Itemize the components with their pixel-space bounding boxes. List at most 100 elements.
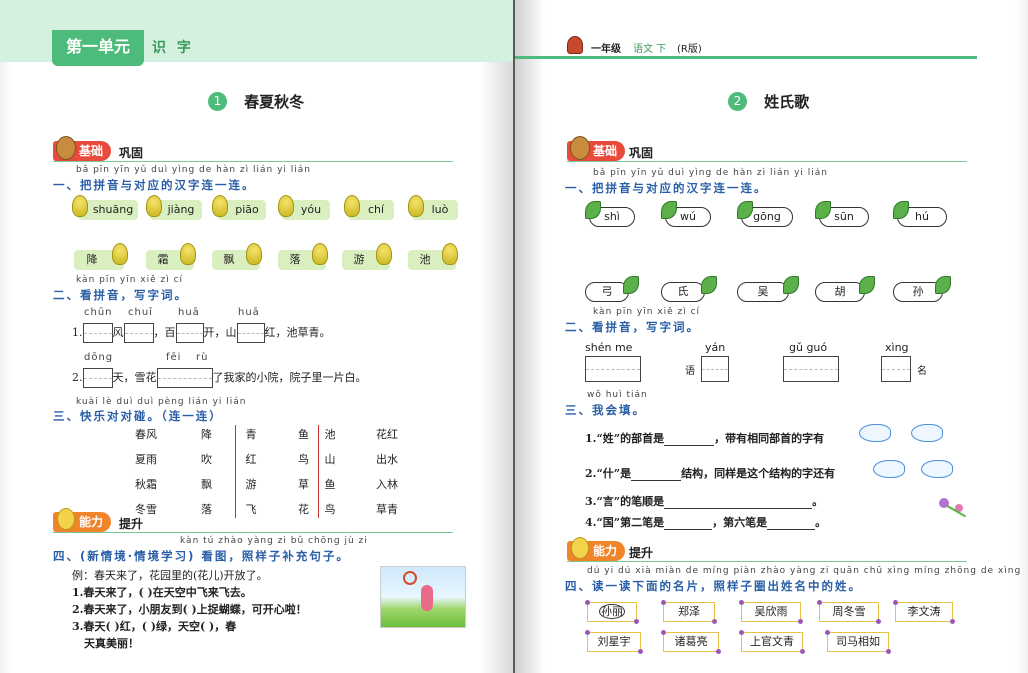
char-oval[interactable]: 胡 — [815, 282, 865, 302]
writing-grid[interactable] — [123, 323, 154, 343]
writing-grid[interactable] — [701, 356, 729, 382]
name-card[interactable]: 司马相如 — [825, 630, 891, 654]
header-grade: 一年级 — [591, 44, 621, 55]
unit-title: 第一单元 — [52, 30, 144, 66]
writing-grid[interactable] — [881, 356, 911, 382]
writing-grid[interactable] — [783, 356, 839, 382]
parrot-icon — [312, 243, 328, 265]
name-card[interactable]: 李文涛 — [893, 600, 955, 624]
q2-pinyin: kàn pīn yīn xiě zì cí — [593, 307, 701, 317]
ability-section-bar: 能力 提升 — [567, 537, 967, 562]
q3-text: 三、快乐对对碰。（连一连） — [53, 409, 223, 423]
name-card[interactable]: 刘星宇 — [585, 630, 643, 654]
blank[interactable] — [631, 480, 682, 481]
parrot-icon — [376, 243, 392, 265]
name-card[interactable]: 上官文青 — [739, 630, 805, 654]
q4-line3: 3.春天( )红，( )绿，天空( )，春 — [72, 620, 237, 633]
q4-text: 四、读一读下面的名片，照样子圈出姓名中的姓。 — [565, 579, 862, 593]
q3-line3: 3.“言”的笔顺是。 — [585, 495, 824, 509]
q4-line1: 1.春天来了，( )在天空中飞来飞去。 — [72, 586, 252, 599]
pinyin-fei: fēi — [166, 352, 182, 363]
chick-icon — [57, 508, 75, 530]
writing-grid[interactable] — [585, 356, 641, 382]
q3-pinyin: kuài lè duì duì pèng lián yi lián — [76, 397, 247, 407]
blank[interactable] — [664, 529, 713, 530]
pinyin-chun: chūn — [84, 307, 113, 318]
blank[interactable] — [664, 445, 715, 446]
q2-line2: 2. 天，雪花 了我家的小院，院子里一片白。 — [72, 368, 367, 388]
writing-grid[interactable] — [175, 323, 204, 343]
lesson-number: 1 — [208, 92, 227, 111]
unit-subtitle: 识 字 — [152, 40, 194, 56]
basic-subtitle: 巩固 — [119, 146, 144, 160]
name-card[interactable]: 周冬雪 — [817, 600, 881, 624]
char-oval[interactable]: 氏 — [661, 282, 705, 302]
header-subject: 语文 下 — [633, 44, 667, 55]
header-rule — [515, 56, 977, 59]
basic-subtitle: 巩固 — [629, 146, 654, 160]
pinyin-chui: chuī — [128, 307, 153, 318]
parrot-icon — [344, 195, 360, 217]
writing-grid[interactable] — [156, 368, 213, 388]
q4-line2: 2.春天来了，小朋友到( )上捉蝴蝶，可开心啦！ — [72, 603, 307, 616]
spring-illustration — [380, 566, 466, 628]
pinyin-hua: huā — [238, 307, 260, 318]
q3-line1: 1.“姓”的部首是 ，带有相同部首的字有 — [585, 432, 825, 446]
grid-suffix-ming: 名 — [917, 366, 927, 377]
parrot-icon — [146, 195, 162, 217]
table-row: 鸟山出水 — [298, 443, 398, 468]
name-card[interactable]: 孙丽 — [585, 600, 639, 624]
writing-grid[interactable] — [82, 323, 113, 343]
parrot-icon — [278, 195, 294, 217]
q3-pinyin: wǒ huì tián — [587, 390, 648, 400]
butterfly-net-icon — [403, 571, 417, 585]
grid-prefix-yu: 语 — [685, 366, 695, 377]
q4-pinyin: kàn tú zhào yàng zi bǔ chōng jù zi — [180, 536, 368, 546]
lesson-title: 姓氏歌 — [764, 93, 810, 111]
q1-text: 一、把拼音与对应的汉字连一连。 — [565, 181, 768, 195]
girl-figure — [421, 585, 433, 611]
parrot-icon — [72, 195, 88, 217]
lesson-title: 春夏秋冬 — [244, 93, 305, 111]
parrot-icon — [442, 243, 458, 265]
table-row: 鱼池花红 — [298, 425, 398, 443]
pinyin-dong: dōng — [84, 352, 114, 363]
parrot-icon — [246, 243, 262, 265]
pinyin-shenme: shén me — [585, 341, 633, 354]
writing-grid[interactable] — [236, 323, 265, 343]
giraffe-icon — [570, 136, 590, 160]
lesson-heading: 1 春夏秋冬 — [208, 91, 304, 112]
q1-text: 一、把拼音与对应的汉字连一连。 — [53, 178, 256, 192]
q1-pinyin: bǎ pīn yīn yǔ duì yìng de hàn zì lián yi… — [76, 165, 312, 175]
blank[interactable] — [767, 529, 816, 530]
char-oval[interactable]: 吴 — [737, 282, 789, 302]
leaf-icon — [783, 276, 799, 294]
writing-grid[interactable] — [82, 368, 113, 388]
left-page: 第一单元 识 字 1 春夏秋冬 基础 巩固 bǎ pīn yīn yǔ duì … — [0, 0, 513, 673]
table-row: 草鱼入林 — [298, 468, 398, 493]
table-row: 春风降青 — [135, 425, 257, 443]
q3-line4: 4.“国”第二笔是 ，第六笔是。 — [585, 516, 827, 530]
blank[interactable] — [664, 508, 813, 509]
q1-pinyin: bǎ pīn yīn yǔ duì yìng de hàn zì lián yi… — [593, 168, 829, 178]
pinyin-xing: xìng — [885, 341, 909, 354]
match-table-left: 春风降青 夏雨吹红 秋霜飘游 冬雪落飞 — [135, 425, 257, 518]
giraffe-icon — [56, 136, 76, 160]
parrot-icon — [212, 195, 228, 217]
name-card[interactable]: 郑泽 — [661, 600, 717, 624]
basic-section-bar: 基础 巩固 — [567, 136, 967, 162]
fish-icon — [921, 460, 953, 478]
pinyin-guguo: gǔ guó — [789, 341, 828, 354]
right-page: 一年级 语文 下 (R版) 2 姓氏歌 基础 巩固 bǎ pīn yīn yǔ … — [515, 0, 1028, 673]
leaf-icon — [859, 276, 875, 294]
lesson-heading: 2 姓氏歌 — [728, 91, 809, 112]
ability-subtitle: 提升 — [119, 517, 144, 531]
parrot-icon — [112, 243, 128, 265]
leaf-icon — [623, 276, 639, 294]
q4-example: 例：春天来了，花园里的(花儿)开放了。 — [72, 569, 268, 582]
name-card[interactable]: 诸葛亮 — [661, 630, 721, 654]
header-edition: (R版) — [677, 44, 702, 55]
pinyin-ru: rù — [196, 352, 209, 363]
name-card[interactable]: 吴欣雨 — [739, 600, 803, 624]
lesson-number: 2 — [728, 92, 747, 111]
